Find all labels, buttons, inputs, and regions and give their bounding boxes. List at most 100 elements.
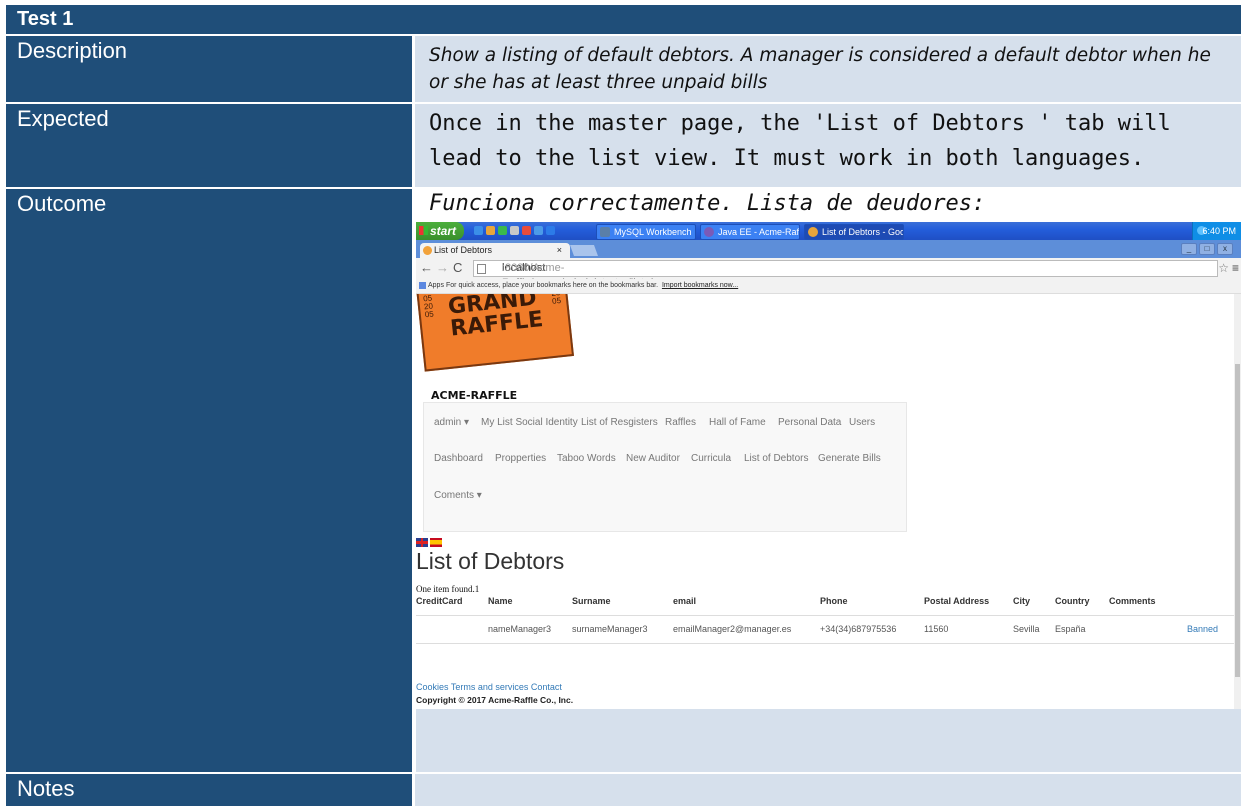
footer-links[interactable]: Cookies Terms and services Contact [416, 682, 562, 692]
cell-postal-address: 11560 [924, 624, 949, 634]
english-flag-icon[interactable] [416, 538, 428, 547]
nav-list-of-registers[interactable]: List of Resgisters [581, 417, 658, 428]
new-tab-button[interactable] [569, 245, 599, 256]
chrome-icon [808, 227, 818, 237]
nav-my-list-social-identity[interactable]: My List Social Identity [481, 417, 578, 428]
apps-shortcut[interactable]: Apps [419, 279, 444, 293]
page-heading: List of Debtors [416, 548, 565, 574]
nav-taboo-words[interactable]: Taboo Words [557, 453, 616, 464]
nav-hall-of-fame[interactable]: Hall of Fame [709, 417, 766, 428]
taskbar-item-eclipse[interactable]: Java EE - Acme-Raffl... [700, 224, 800, 240]
system-tray: 6:40 PM [1192, 222, 1241, 240]
row-notes: Notes [6, 774, 1241, 806]
taskbar-item-chrome[interactable]: List of Debtors - Goo... [804, 224, 904, 240]
outcome-text: Funciona correctamente. Lista de deudore… [429, 191, 986, 216]
nav-admin-dropdown[interactable]: admin ▾ [434, 417, 469, 428]
value-cell [415, 774, 1241, 806]
eclipse-icon [704, 227, 714, 237]
nav-personal-data[interactable]: Personal Data [778, 417, 841, 428]
network-icon[interactable] [534, 226, 543, 235]
back-arrow-icon[interactable]: ← [420, 261, 433, 275]
reload-icon[interactable]: C [453, 261, 462, 275]
windows-logo-icon [419, 226, 428, 235]
clock: 6:40 PM [1202, 226, 1236, 236]
tab-close-icon[interactable]: × [557, 243, 562, 258]
cell-phone: +34(34)687975536 [820, 624, 897, 634]
outcome-label: Outcome [17, 191, 107, 216]
nav-generate-bills[interactable]: Generate Bills [818, 453, 881, 464]
label-cell: Notes [6, 774, 412, 806]
taskbar-item-mysql[interactable]: MySQL Workbench [596, 224, 696, 240]
col-header-country[interactable]: Country [1055, 596, 1090, 606]
col-header-phone[interactable]: Phone [820, 596, 848, 606]
favicon-icon [423, 246, 432, 255]
items-found: One item found.1 [416, 584, 480, 594]
address-bar[interactable]: localhost:8080/Acme-Raffle/mana/administ… [473, 260, 1218, 289]
nav-raffles[interactable]: Raffles [665, 417, 696, 428]
start-label: start [430, 224, 457, 238]
media-icon[interactable] [498, 226, 507, 235]
bookmarks-hint: For quick access, place your bookmarks h… [446, 282, 659, 289]
col-header-postal-address[interactable]: Postal Address [924, 596, 989, 606]
ie-icon[interactable] [474, 226, 483, 235]
page-icon [477, 264, 486, 274]
cell-city: Sevilla [1013, 624, 1040, 634]
description-text: Show a listing of default debtors. A man… [429, 45, 1211, 93]
ticket-serial-left: 052005 [422, 294, 435, 320]
col-header-comments[interactable]: Comments [1109, 596, 1156, 606]
col-header-email[interactable]: email [673, 596, 696, 606]
row-description: Description Show a listing of default de… [6, 36, 1241, 102]
page-scrollbar[interactable] [1234, 294, 1241, 709]
browser-tabstrip: List of Debtors × _ □ x [416, 240, 1241, 258]
nav-dashboard[interactable]: Dashboard [434, 453, 483, 464]
outcome-filler [416, 709, 1241, 772]
expected-text: Once in the master page, the 'List of De… [429, 111, 1171, 171]
bookmark-star-icon[interactable]: ☆ [1218, 261, 1229, 275]
start-button[interactable]: start [416, 222, 464, 240]
site-brand: ACME-RAFFLE [431, 389, 518, 402]
mysql-icon [600, 227, 610, 237]
chrome-menu-icon[interactable]: ≡ [1232, 261, 1239, 275]
nav-list-of-debtors[interactable]: List of Debtors [744, 453, 808, 464]
folder-icon[interactable] [510, 226, 519, 235]
forward-arrow-icon[interactable]: → [436, 261, 449, 275]
description-label: Description [17, 38, 128, 63]
value-cell: Funciona correctamente. Lista de deudore… [415, 189, 1241, 222]
close-window-button[interactable]: x [1217, 243, 1233, 255]
nav-coments-dropdown[interactable]: Coments ▾ [434, 490, 482, 501]
nav-new-auditor[interactable]: New Auditor [626, 453, 680, 464]
task-label: MySQL Workbench [614, 227, 692, 237]
nav-curricula[interactable]: Curricula [691, 453, 731, 464]
windows-taskbar: start MySQL Workbench Java EE - Acme-Raf… [416, 222, 1241, 240]
minimize-button[interactable]: _ [1181, 243, 1197, 255]
col-header-city[interactable]: City [1013, 596, 1030, 606]
tab-title: List of Debtors [434, 245, 493, 255]
bookmarks-bar: Apps For quick access, place your bookma… [416, 279, 1241, 294]
test-case-document: Test 1 Description Show a listing of def… [0, 0, 1241, 806]
site-nav: admin ▾ My List Social Identity List of … [423, 402, 907, 532]
col-header-surname[interactable]: Surname [572, 596, 611, 606]
ticket-serial-right: 052005 [551, 294, 562, 306]
label-cell: Description [6, 36, 412, 102]
grand-raffle-logo: 052005 GRAND RAFFLE 052005 [416, 294, 574, 372]
table-divider [416, 615, 1234, 616]
col-header-name[interactable]: Name [488, 596, 513, 606]
table-divider [416, 643, 1234, 644]
chrome-quick-icon[interactable] [522, 226, 531, 235]
nav-properties[interactable]: Propperties [495, 453, 546, 464]
browser-tab[interactable]: List of Debtors × [420, 243, 570, 258]
col-header-creditcard[interactable]: CreditCard [416, 596, 463, 606]
outcome-screenshot: start MySQL Workbench Java EE - Acme-Raf… [416, 222, 1241, 709]
import-bookmarks-link[interactable]: Import bookmarks now... [662, 282, 738, 289]
cell-country: España [1055, 624, 1086, 634]
label-cell: Outcome [6, 189, 412, 772]
scrollbar-thumb[interactable] [1235, 364, 1240, 677]
banned-link[interactable]: Banned [1187, 624, 1218, 634]
spanish-flag-icon[interactable] [430, 538, 442, 547]
maximize-button[interactable]: □ [1199, 243, 1215, 255]
firefox-icon[interactable] [486, 226, 495, 235]
apps-grid-icon [419, 281, 426, 289]
row-expected: Expected Once in the master page, the 'L… [6, 104, 1241, 187]
nav-users[interactable]: Users [849, 417, 875, 428]
help-icon[interactable] [546, 226, 555, 235]
